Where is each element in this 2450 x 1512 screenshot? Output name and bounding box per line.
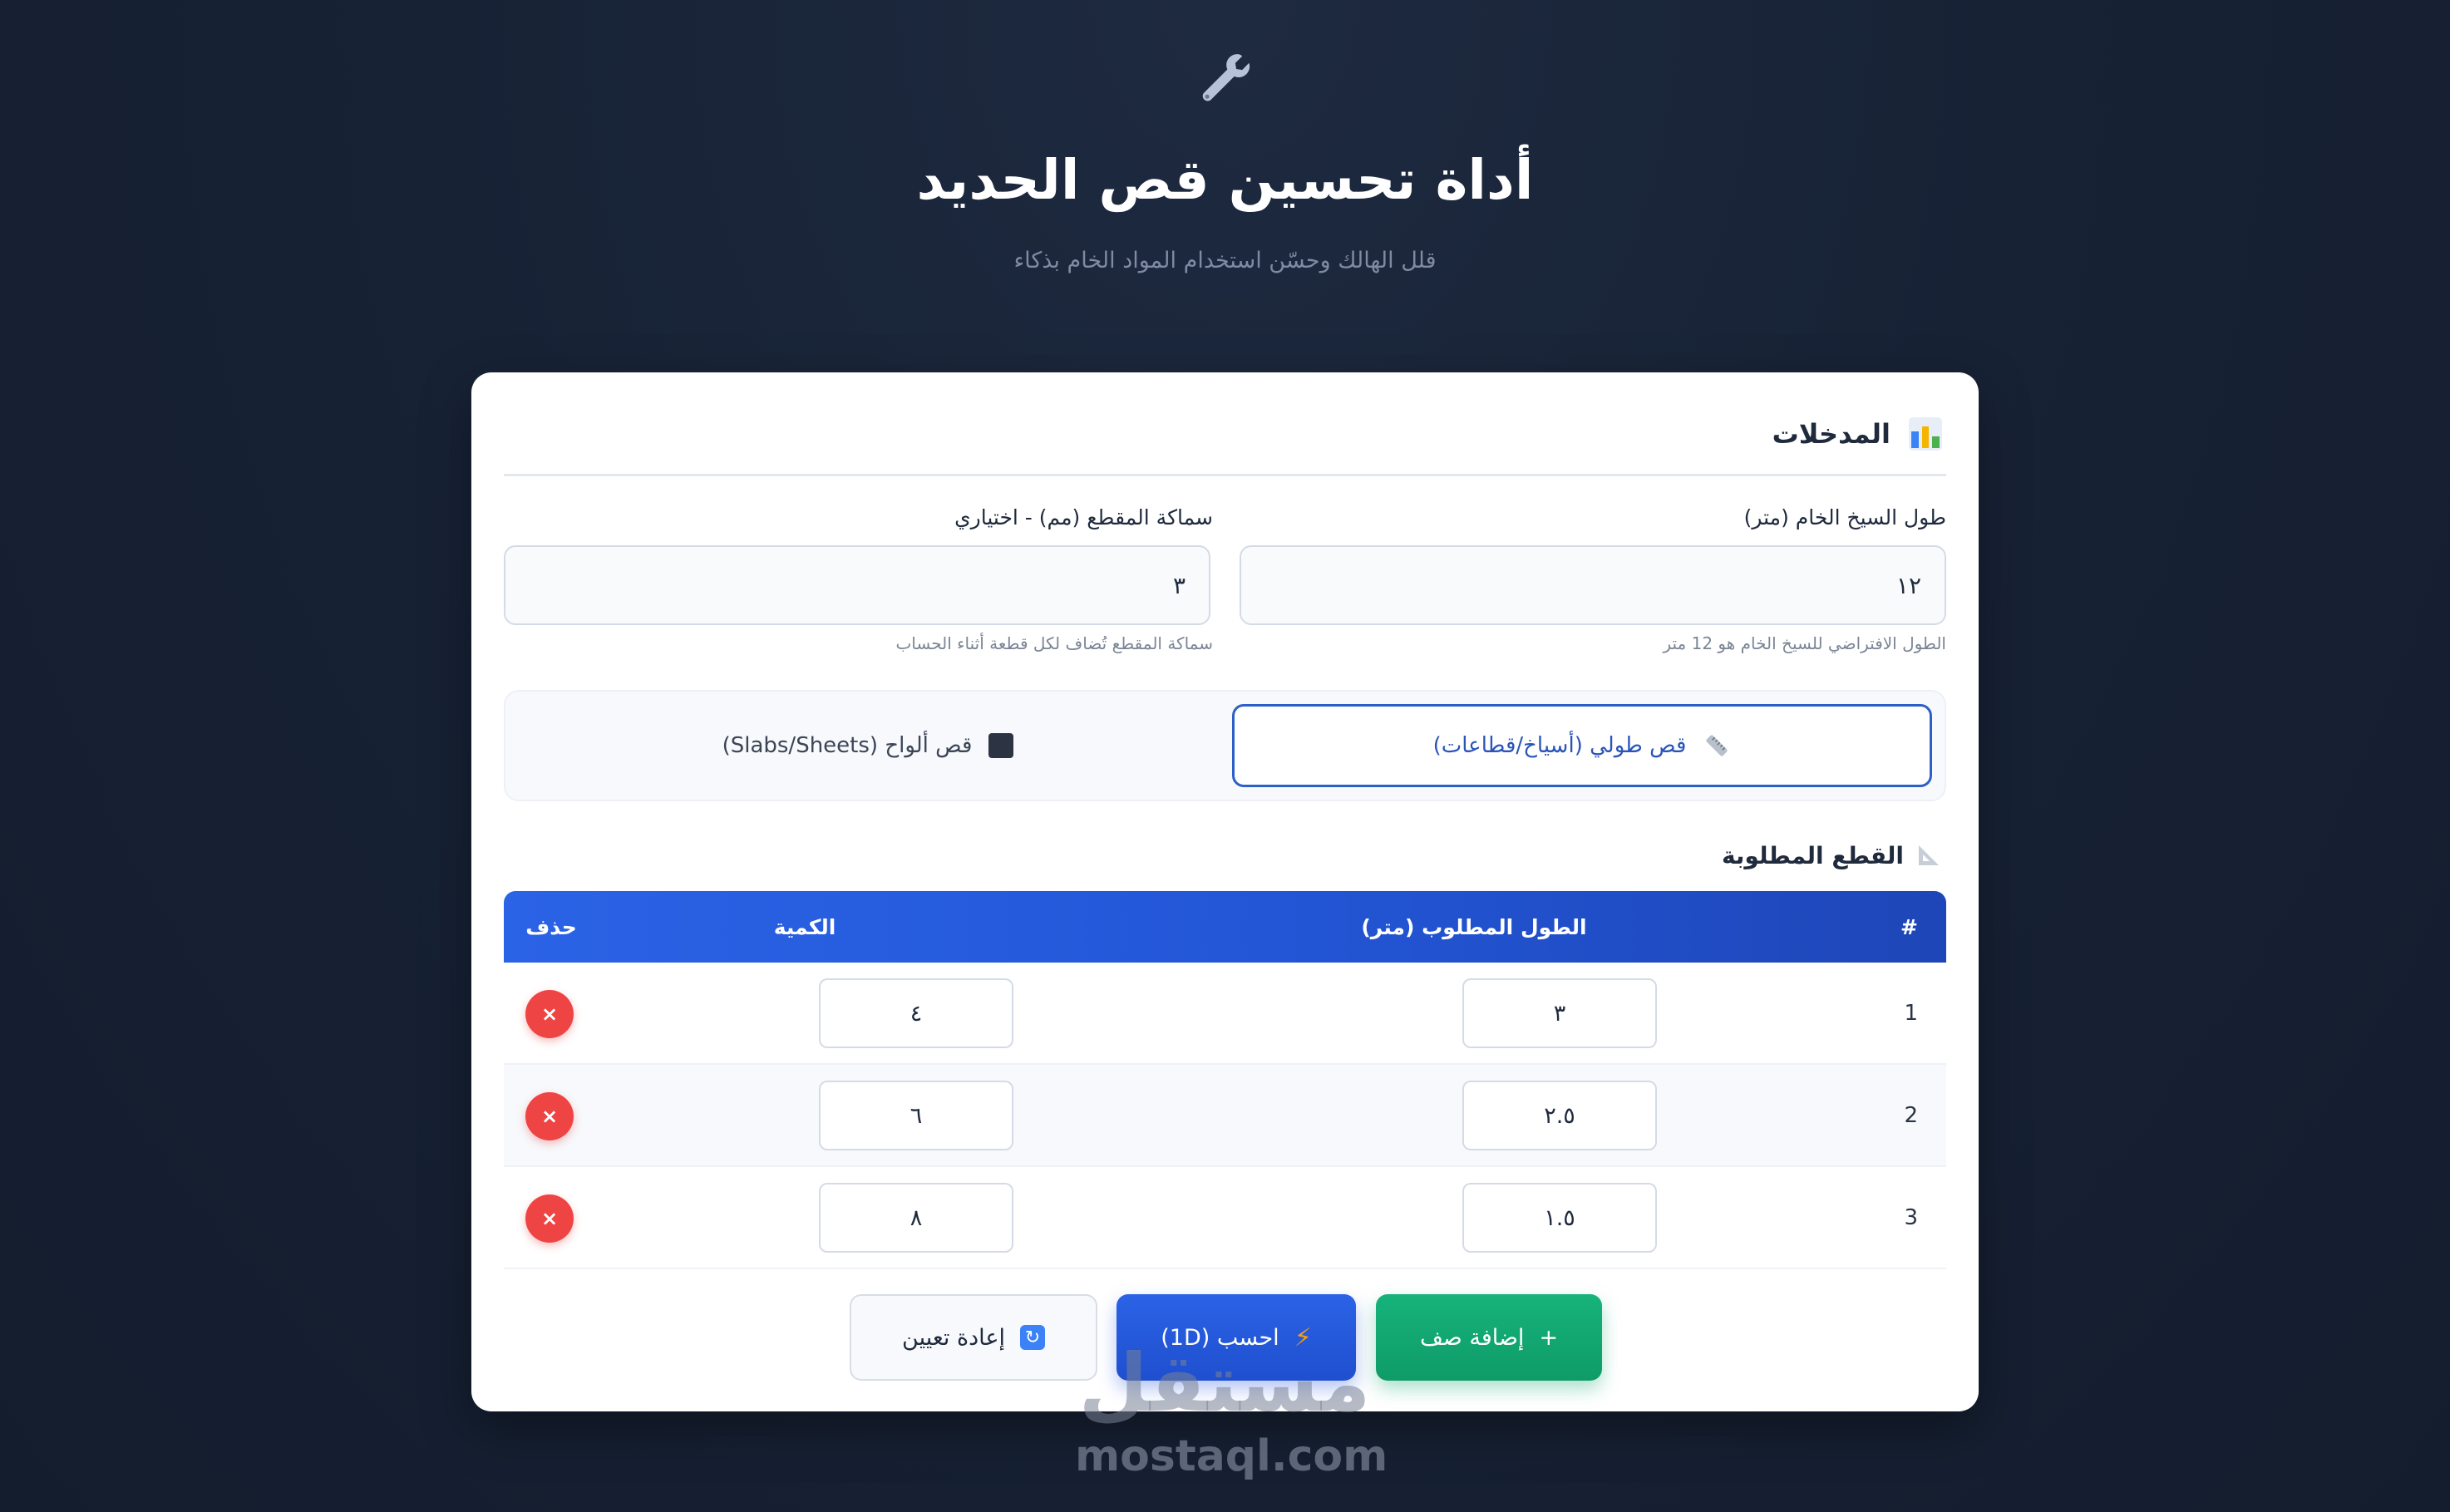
col-length: الطول المطلوب (متر) bbox=[1361, 914, 1587, 939]
raw-length-input[interactable]: ١٢ bbox=[1240, 545, 1946, 625]
tab-linear-cut[interactable]: قص طولي (أسياخ/قطاعات) bbox=[1232, 704, 1932, 787]
tab-linear-cut-label: قص طولي (أسياخ/قطاعات) bbox=[1432, 733, 1687, 758]
length-input[interactable]: ٢.٥ bbox=[1462, 1081, 1657, 1150]
cut-mode-tabs: قص طولي (أسياخ/قطاعات) قص ألواح (Slabs/S… bbox=[504, 690, 1946, 801]
col-delete: حذف bbox=[525, 914, 577, 939]
delete-row-button[interactable]: × bbox=[525, 1092, 574, 1140]
table-row: 2 ٢.٥ ٦ × bbox=[504, 1065, 1946, 1167]
add-row-label: إضافة صف bbox=[1419, 1324, 1525, 1351]
table-row: 3 ١.٥ ٨ × bbox=[504, 1167, 1946, 1269]
watermark-english: mostaql.com bbox=[1075, 1431, 1388, 1481]
inputs-card: المدخلات طول السيخ الخام (متر) ١٢ الطول … bbox=[471, 372, 1979, 1411]
square-icon bbox=[988, 733, 1014, 758]
kerf-input[interactable]: ٣ bbox=[504, 545, 1210, 625]
col-index: # bbox=[1900, 914, 1918, 939]
table-row: 1 ٣ ٤ × bbox=[504, 963, 1946, 1065]
delete-row-button[interactable]: × bbox=[525, 1194, 574, 1243]
raw-length-hint: الطول الافتراضي للسيخ الخام هو 12 متر bbox=[1663, 633, 1946, 653]
plus-icon: + bbox=[1539, 1324, 1559, 1351]
reset-label: إعادة تعيين bbox=[902, 1324, 1005, 1351]
ruler-icon bbox=[1706, 735, 1728, 756]
inputs-section-title: المدخلات bbox=[1772, 418, 1890, 450]
section-divider bbox=[504, 474, 1946, 476]
add-row-button[interactable]: + إضافة صف bbox=[1376, 1294, 1602, 1381]
length-input[interactable]: ١.٥ bbox=[1462, 1183, 1657, 1253]
bar-chart-icon bbox=[1909, 417, 1942, 451]
col-qty: الكمية bbox=[773, 914, 836, 939]
pieces-section-title: القطع المطلوبة bbox=[1721, 841, 1904, 869]
watermark-arabic: مستقل bbox=[1078, 1337, 1371, 1430]
raw-length-label: طول السيخ الخام (متر) bbox=[1743, 505, 1946, 529]
reset-button[interactable]: ↻ إعادة تعيين bbox=[850, 1294, 1097, 1381]
kerf-hint: سماكة المقطع تُضاف لكل قطعة أثناء الحساب bbox=[895, 633, 1213, 653]
length-input[interactable]: ٣ bbox=[1462, 978, 1657, 1048]
triangle-ruler-icon bbox=[1919, 845, 1939, 865]
pieces-section-header: القطع المطلوبة bbox=[1722, 835, 1942, 876]
tab-sheet-cut[interactable]: قص ألواح (Slabs/Sheets) bbox=[518, 704, 1218, 787]
quantity-input[interactable]: ٨ bbox=[819, 1183, 1013, 1253]
page-subtitle: قلل الهالك وحسّن استخدام المواد الخام بذ… bbox=[1013, 248, 1437, 273]
kerf-label: سماكة المقطع (مم) - اختياري bbox=[954, 505, 1213, 529]
delete-row-button[interactable]: × bbox=[525, 990, 574, 1038]
tab-sheet-cut-label: قص ألواح (Slabs/Sheets) bbox=[722, 733, 973, 758]
row-index: 3 bbox=[1904, 1204, 1918, 1230]
page-title: أداة تحسين قص الحديد bbox=[916, 148, 1534, 212]
wrench-icon bbox=[1202, 54, 1250, 101]
refresh-icon: ↻ bbox=[1020, 1325, 1045, 1350]
row-index: 2 bbox=[1904, 1102, 1918, 1128]
quantity-input[interactable]: ٦ bbox=[819, 1081, 1013, 1150]
pieces-table: # الطول المطلوب (متر) الكمية حذف 1 ٣ ٤ ×… bbox=[504, 891, 1946, 1269]
row-index: 1 bbox=[1904, 1000, 1918, 1026]
inputs-section-header: المدخلات bbox=[1772, 411, 1942, 457]
quantity-input[interactable]: ٤ bbox=[819, 978, 1013, 1048]
table-header: # الطول المطلوب (متر) الكمية حذف bbox=[504, 891, 1946, 963]
